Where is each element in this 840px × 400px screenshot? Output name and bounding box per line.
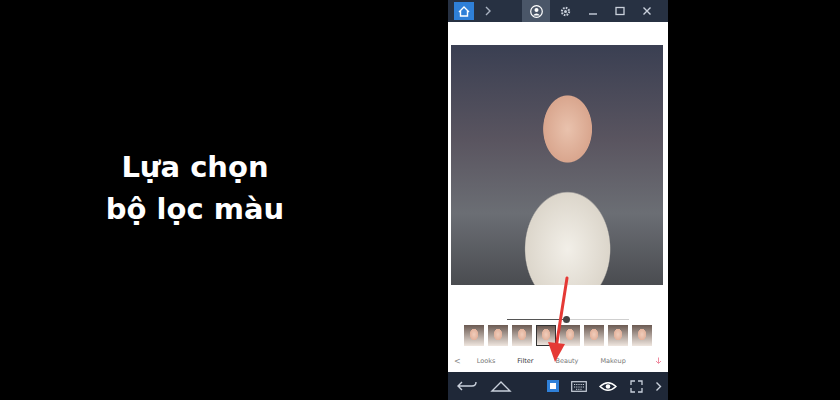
slider-knob[interactable] (563, 316, 570, 323)
minimize-icon[interactable] (588, 6, 598, 16)
filter-thumbnail[interactable] (512, 325, 532, 346)
pointer-arrow-icon (545, 276, 575, 366)
home-icon[interactable] (490, 380, 512, 392)
editor-tab[interactable]: Looks (477, 357, 496, 365)
profile-tab[interactable] (522, 0, 550, 22)
fullscreen-icon[interactable] (630, 380, 643, 393)
filter-thumbnail[interactable] (560, 325, 580, 346)
filter-thumbnail[interactable] (464, 325, 484, 346)
house-icon (458, 6, 470, 17)
back-button[interactable]: < (454, 357, 461, 366)
slider-fill (507, 319, 566, 320)
app-screen: < Looks Filter Beauty Makeup (448, 22, 668, 372)
filter-thumbnail[interactable] (488, 325, 508, 346)
user-icon (530, 5, 543, 18)
title-bar (448, 0, 668, 22)
chevron-right-icon[interactable] (655, 381, 662, 392)
filter-thumbnail[interactable] (608, 325, 628, 346)
maximize-icon[interactable] (615, 6, 625, 16)
emulator-window: < Looks Filter Beauty Makeup (448, 0, 668, 400)
back-arrow-icon[interactable] (456, 380, 478, 392)
eye-icon[interactable] (599, 381, 617, 392)
close-icon[interactable] (642, 6, 652, 16)
download-icon[interactable] (655, 357, 662, 365)
intensity-slider[interactable] (507, 315, 629, 323)
apps-icon (549, 382, 557, 390)
caption-line: bộ lọc màu (106, 188, 284, 230)
filter-thumbnail[interactable] (584, 325, 604, 346)
background (668, 0, 840, 400)
caption: Lựa chọnbộ lọc màu (0, 0, 448, 400)
navigation-bar (448, 372, 668, 400)
home-tab[interactable] (454, 2, 474, 20)
keyboard-icon[interactable] (571, 381, 587, 392)
editor-tab[interactable]: Makeup (600, 357, 625, 365)
chevron-right-icon[interactable] (484, 6, 492, 16)
page: Lựa chọnbộ lọc màu < Looks Filter Beauty Ma… (0, 0, 840, 400)
editor-tab[interactable]: Filter (517, 357, 533, 365)
gear-icon[interactable] (560, 6, 571, 17)
slider-track (507, 319, 629, 320)
photo (451, 45, 663, 285)
caption-line: Lựa chọn (121, 146, 268, 188)
apps-button[interactable] (547, 380, 559, 392)
filter-thumbnail[interactable] (632, 325, 652, 346)
editor-tab[interactable]: Beauty (555, 357, 578, 365)
